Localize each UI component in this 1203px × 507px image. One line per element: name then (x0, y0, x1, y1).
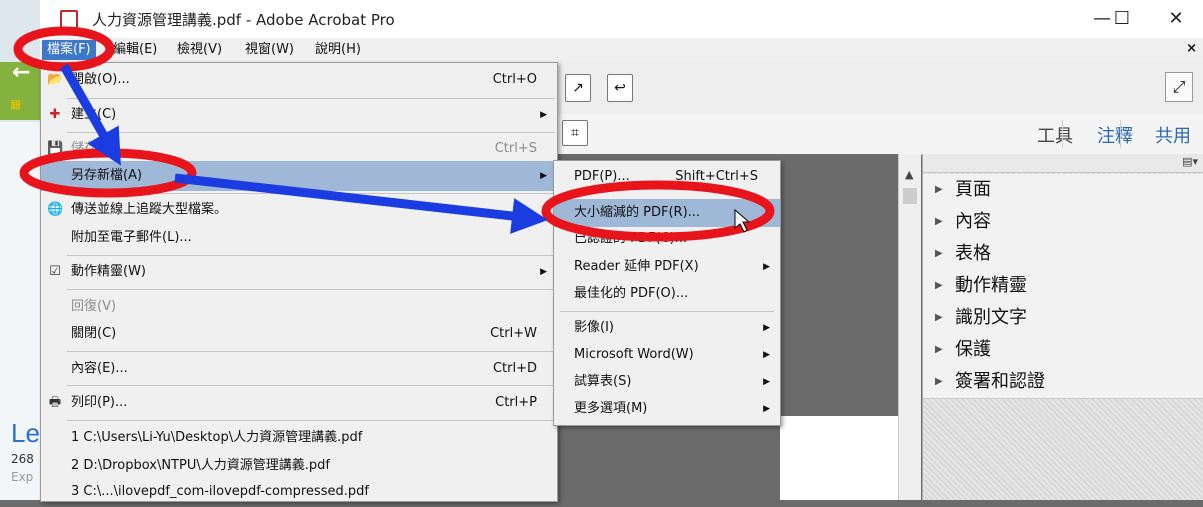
tools-panel: ▤▾ ▶ 頁面 ▶ 內容 ▶ 表格 ▶ 動作精靈 ▶ 識別文字 ▶ 保護 ▶ 簽署和認證 (922, 154, 1203, 500)
menu-separator (560, 311, 774, 312)
tab-share[interactable]: 共用 (1155, 122, 1191, 148)
submenu-arrow-icon: ▶ (540, 110, 547, 120)
printer-icon: 🖶 (48, 395, 62, 410)
globe-send-icon: 🌐 (47, 202, 64, 217)
submenu-arrow-icon: ▶ (763, 377, 770, 387)
background-browser-window: ← ▦ Le 268 Exp (0, 0, 40, 500)
panel-options-bar: ▤▾ (923, 154, 1203, 173)
submenu-item-reader-extended-pdf[interactable]: Reader 延伸 PDF(X) ▶ (554, 253, 780, 281)
panel-section-sign-certify[interactable]: ▶ 簽署和認證 (923, 366, 1203, 399)
panel-section-protection[interactable]: ▶ 保護 (923, 334, 1203, 367)
menu-item-properties[interactable]: 內容(E)... Ctrl+D (41, 354, 557, 384)
send-doc-icon[interactable]: ↩ (607, 74, 633, 102)
fullscreen-icon[interactable]: ⤢ (1165, 72, 1193, 102)
recent-file-item[interactable]: 3 C:\...\ilovepdf_com-ilovepdf-compresse… (41, 477, 557, 507)
maximize-button[interactable]: ☐ (1102, 6, 1142, 32)
expand-triangle-icon: ▶ (935, 184, 943, 195)
save-disk-icon: 💾 (47, 141, 64, 156)
checklist-icon: ☑ (49, 264, 61, 279)
submenu-arrow-icon: ▶ (540, 267, 547, 277)
panel-options-icon[interactable]: ▤▾ (1182, 155, 1198, 168)
expand-triangle-icon: ▶ (935, 248, 943, 259)
scroll-thumb[interactable] (903, 188, 917, 204)
close-document-icon[interactable]: × (1186, 41, 1197, 56)
document-scrollbar[interactable]: ▲ (898, 154, 921, 500)
menu-item-save-as[interactable]: 另存新檔(A) ▶ (41, 161, 557, 191)
submenu-item-reduced-size-pdf[interactable]: 大小縮減的 PDF(R)... (554, 199, 780, 227)
expand-triangle-icon: ▶ (935, 312, 943, 323)
tab-comment[interactable]: 注釋 (1097, 122, 1133, 148)
apps-grid-icon: ▦ (10, 97, 22, 111)
background-partial-label: Exp (11, 470, 34, 484)
submenu-item-certified-pdf[interactable]: 已認證的 PDF(C)... (554, 225, 780, 253)
menu-edit[interactable]: 編輯(E) (108, 40, 162, 60)
save-as-submenu: PDF(P)... Shift+Ctrl+S 大小縮減的 PDF(R)... 已… (553, 160, 781, 426)
create-pdf-icon: ✚ (49, 107, 61, 122)
expand-triangle-icon: ▶ (935, 280, 943, 291)
expand-triangle-icon: ▶ (935, 344, 943, 355)
menu-separator (67, 255, 555, 256)
scroll-up-icon[interactable]: ▲ (905, 168, 913, 181)
menu-item-revert[interactable]: 回復(V) (41, 292, 557, 322)
menu-separator (67, 385, 555, 386)
open-folder-icon: 📂 (47, 72, 64, 87)
background-partial-title: Le (11, 418, 40, 448)
menu-item-attach-email[interactable]: 附加至電子郵件(L)... (41, 223, 557, 253)
panel-section-forms[interactable]: ▶ 表格 (923, 238, 1203, 271)
tab-divider (1062, 120, 1063, 148)
menu-separator (67, 289, 555, 290)
menu-bar: 檔案(F) 編輯(E) 檢視(V) 視窗(W) 說明(H) × (40, 38, 1203, 63)
submenu-arrow-icon: ▶ (763, 350, 770, 360)
panel-section-pages[interactable]: ▶ 頁面 (923, 174, 1203, 207)
menu-item-save[interactable]: 💾 儲存(S) Ctrl+S (41, 134, 557, 164)
panel-section-content[interactable]: ▶ 內容 (923, 206, 1203, 239)
menu-item-create[interactable]: ✚ 建立(C) ▶ (41, 100, 557, 130)
menu-help[interactable]: 說明(H) (310, 40, 366, 60)
submenu-arrow-icon: ▶ (540, 171, 547, 181)
tab-divider (1120, 120, 1121, 148)
menu-separator (67, 193, 555, 194)
back-arrow-icon: ← (12, 60, 31, 85)
file-menu: 📂 開啟(O)... Ctrl+O ✚ 建立(C) ▶ 💾 儲存(S) Ctrl… (40, 62, 558, 502)
recent-file-item[interactable]: 1 C:\Users\Li-Yu\Desktop\人力資源管理講義.pdf (41, 423, 557, 453)
menu-separator (67, 420, 555, 421)
document-page (780, 416, 898, 500)
menu-item-close[interactable]: 關閉(C) Ctrl+W (41, 319, 557, 349)
menu-item-send-track[interactable]: 🌐 傳送並線上追蹤大型檔案。 (41, 195, 557, 225)
submenu-item-word[interactable]: Microsoft Word(W) ▶ (554, 341, 780, 369)
menu-window[interactable]: 視窗(W) (240, 40, 299, 60)
menu-view[interactable]: 檢視(V) (172, 40, 227, 60)
panel-section-recognize-text[interactable]: ▶ 識別文字 (923, 302, 1203, 335)
menu-separator (67, 98, 555, 99)
fit-page-icon[interactable]: ⌗ (562, 120, 588, 146)
menu-item-open[interactable]: 📂 開啟(O)... Ctrl+O (41, 65, 557, 95)
menu-file[interactable]: 檔案(F) (42, 40, 96, 60)
export-doc-icon[interactable]: ↗ (565, 74, 591, 102)
background-partial-count: 268 (11, 452, 34, 466)
submenu-item-more-options[interactable]: 更多選項(M) ▶ (554, 395, 780, 423)
title-bar: 人力資源管理講義.pdf - Adobe Acrobat Pro — ☐ ✕ (40, 0, 1203, 39)
tab-tools[interactable]: 工具 (1037, 122, 1073, 148)
menu-separator (67, 132, 555, 133)
submenu-arrow-icon: ▶ (763, 323, 770, 333)
acrobat-pdf-icon (60, 10, 78, 32)
panel-section-action-wizard[interactable]: ▶ 動作精靈 (923, 270, 1203, 303)
menu-separator (67, 351, 555, 352)
submenu-item-pdf[interactable]: PDF(P)... Shift+Ctrl+S (554, 163, 780, 191)
expand-triangle-icon: ▶ (935, 376, 943, 387)
submenu-arrow-icon: ▶ (763, 404, 770, 414)
submenu-arrow-icon: ▶ (763, 262, 770, 272)
submenu-item-optimized-pdf[interactable]: 最佳化的 PDF(O)... (554, 280, 780, 308)
submenu-item-image[interactable]: 影像(I) ▶ (554, 314, 780, 342)
expand-triangle-icon: ▶ (935, 216, 943, 227)
close-window-button[interactable]: ✕ (1156, 6, 1196, 32)
menu-item-print[interactable]: 🖶 列印(P)... Ctrl+P (41, 388, 557, 418)
window-title: 人力資源管理講義.pdf - Adobe Acrobat Pro (92, 11, 395, 29)
menu-item-action-wizard[interactable]: ☑ 動作精靈(W) ▶ (41, 257, 557, 287)
submenu-item-spreadsheet[interactable]: 試算表(S) ▶ (554, 368, 780, 396)
